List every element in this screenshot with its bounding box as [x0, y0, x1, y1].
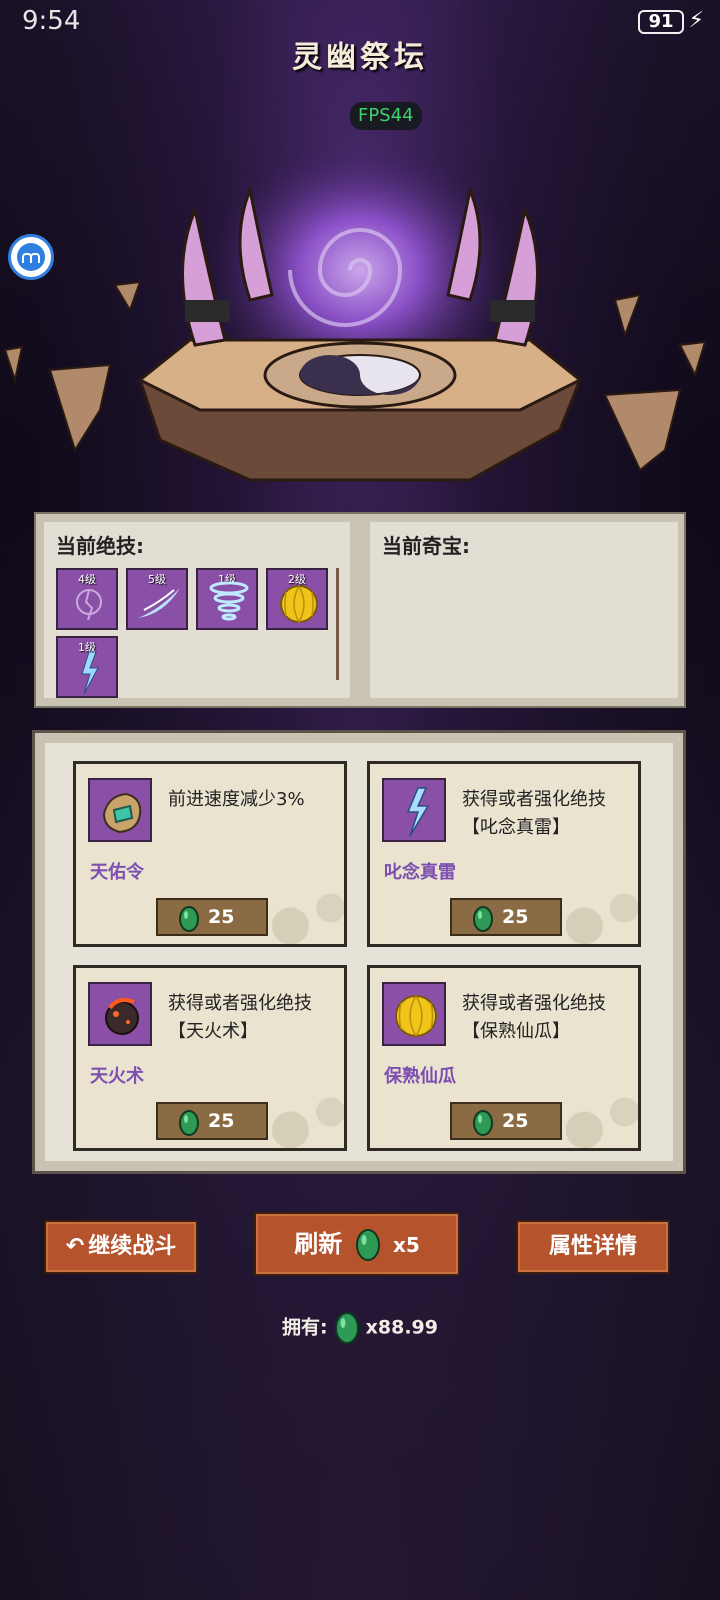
buy-button[interactable]: 25	[450, 1102, 562, 1140]
refresh-button[interactable]: 刷新 x5	[254, 1212, 460, 1276]
gem-icon	[179, 906, 199, 932]
skill-slot[interactable]: 4级	[56, 568, 118, 630]
price-value: 25	[208, 906, 235, 928]
fps-badge: FPS44	[350, 102, 422, 130]
current-treasures-box: 当前奇宝:	[370, 522, 678, 698]
owned-label: 拥有:	[282, 1316, 328, 1339]
shop-card[interactable]: 前进速度减少3% 天佑令 25	[73, 761, 347, 947]
price-value: 25	[502, 906, 529, 928]
current-treasures-label: 当前奇宝:	[382, 534, 470, 558]
page-title: 灵幽祭坛	[292, 40, 428, 75]
price-value: 25	[208, 1110, 235, 1132]
current-skills-label: 当前绝技:	[56, 534, 144, 558]
price-value: 25	[502, 1110, 529, 1132]
card-description: 获得或者强化绝技【叱念真雷】	[462, 789, 606, 838]
buy-button[interactable]: 25	[156, 898, 268, 936]
current-skills-box: 当前绝技: 4级 5级 1级 2级 1级	[44, 522, 350, 698]
skill-slot[interactable]: 5级	[126, 568, 188, 630]
golden-melon-icon	[395, 995, 437, 1037]
refresh-cost: x5	[392, 1233, 420, 1257]
back-arrow-icon: ↶	[65, 1234, 85, 1259]
continue-battle-label: 继续战斗	[88, 1234, 177, 1259]
shop-card[interactable]: 获得或者强化绝技【叱念真雷】 叱念真雷 25	[367, 761, 641, 947]
skills-scrollbar[interactable]	[336, 568, 339, 680]
gem-icon	[334, 1312, 359, 1344]
skill-slot[interactable]: 2级	[266, 568, 328, 630]
continue-battle-button[interactable]: ↶ 继续战斗	[44, 1220, 198, 1274]
shop-card[interactable]: 获得或者强化绝技【保熟仙瓜】 保熟仙瓜 25	[367, 965, 641, 1151]
card-description: 获得或者强化绝技【天火术】	[168, 993, 312, 1042]
attribute-details-button[interactable]: 属性详情	[516, 1220, 670, 1274]
card-icon-frame	[88, 982, 152, 1046]
owned-amount: x88.99	[365, 1316, 438, 1339]
token-icon	[102, 792, 142, 834]
shop-card[interactable]: 获得或者强化绝技【天火术】 天火术 25	[73, 965, 347, 1151]
card-icon-frame	[88, 778, 152, 842]
wind-blade-icon	[138, 588, 180, 618]
shop-inner: 前进速度减少3% 天佑令 25 获得或者强化绝技【叱念真雷】 叱念真雷 25 获…	[45, 743, 673, 1161]
tornado-icon	[209, 581, 249, 621]
gem-icon	[473, 1110, 493, 1136]
skill-slot[interactable]: 1级	[56, 636, 118, 698]
altar-illustration	[3, 150, 707, 482]
meteor-icon	[105, 998, 139, 1035]
charging-icon: ⚡	[688, 8, 704, 33]
lightning-icon	[81, 651, 99, 695]
buy-button[interactable]: 25	[450, 898, 562, 936]
cracked-orb-icon	[76, 589, 102, 621]
golden-melon-icon	[280, 585, 318, 623]
skill-slot[interactable]: 1级	[196, 568, 258, 630]
card-icon-frame	[382, 778, 446, 842]
refresh-label: 刷新	[294, 1230, 343, 1258]
card-name: 保熟仙瓜	[384, 1066, 456, 1087]
card-name: 天火术	[90, 1066, 144, 1087]
gem-icon	[179, 1110, 199, 1136]
lightning-icon	[406, 787, 430, 837]
card-description: 获得或者强化绝技【保熟仙瓜】	[462, 993, 606, 1042]
current-info-panel: 当前绝技: 4级 5级 1级 2级 1级 当前奇宝:	[34, 512, 686, 708]
shop-panel: 前进速度减少3% 天佑令 25 获得或者强化绝技【叱念真雷】 叱念真雷 25 获…	[32, 730, 686, 1174]
gem-icon	[473, 906, 493, 932]
card-name: 叱念真雷	[384, 862, 456, 883]
battery-indicator: 91	[638, 10, 684, 34]
card-description: 前进速度减少3%	[168, 789, 305, 810]
card-icon-frame	[382, 982, 446, 1046]
owned-gems: 拥有: x88.99	[0, 1312, 720, 1344]
buy-button[interactable]: 25	[156, 1102, 268, 1140]
card-name: 天佑令	[90, 862, 144, 883]
attribute-details-label: 属性详情	[548, 1234, 637, 1259]
gem-icon	[355, 1229, 380, 1261]
